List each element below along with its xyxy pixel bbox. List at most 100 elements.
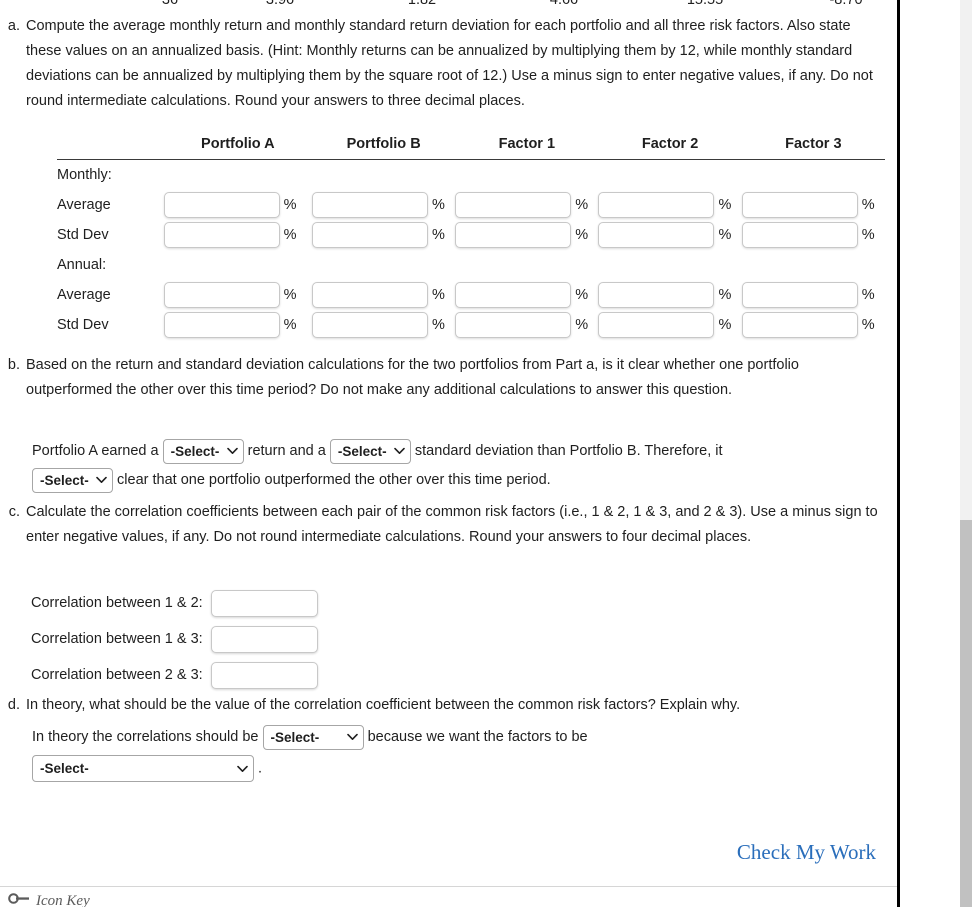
input-monthly-average-portfolio-a[interactable] xyxy=(163,192,280,218)
select-is-clear[interactable]: -Select- xyxy=(32,467,113,493)
cell-annual-average-portfolio-a: % xyxy=(163,280,312,310)
table-header-row: Portfolio A Portfolio B Factor 1 Factor … xyxy=(57,136,885,160)
question-viewport: 36 3.96 1.82 4.66 15.55 -8.70 a. Compute… xyxy=(0,0,900,907)
cell-monthly-average-factor-2: % xyxy=(598,190,741,220)
clipped-cell: 1.82 xyxy=(407,0,437,8)
cell-annual-stddev-factor-2: % xyxy=(598,310,741,340)
spacer-cell xyxy=(742,250,885,280)
correlation-label-1-3: Correlation between 1 & 3: xyxy=(31,630,203,647)
cell-monthly-stddev-portfolio-b: % xyxy=(312,220,455,250)
cell-annual-stddev-portfolio-a: % xyxy=(163,310,312,340)
part-b-sentence-mid: return and a xyxy=(247,443,326,459)
input-correlation-1-3[interactable] xyxy=(210,625,318,653)
select-return-comparison-value: -Select- xyxy=(170,443,220,459)
input-monthly-average-factor-1[interactable] xyxy=(455,192,572,218)
input-annual-stddev-factor-3[interactable] xyxy=(741,312,858,338)
percent-symbol: % xyxy=(283,226,297,243)
check-my-work-link[interactable]: Check My Work xyxy=(737,840,876,865)
table-col-header-factor-2: Factor 2 xyxy=(598,136,742,160)
part-b-sentence-line-2: -Select- clear that one portfolio outper… xyxy=(32,467,892,494)
percent-symbol: % xyxy=(432,226,445,243)
input-annual-average-factor-3[interactable] xyxy=(741,282,858,308)
chevron-down-icon xyxy=(96,473,107,487)
clipped-cell: 4.66 xyxy=(549,0,579,8)
clipped-cell: 15.55 xyxy=(686,0,724,8)
part-c-label: c. xyxy=(8,504,20,520)
correlation-label-1-2: Correlation between 1 & 2: xyxy=(31,594,203,611)
percent-symbol: % xyxy=(718,286,732,303)
input-monthly-average-factor-3[interactable] xyxy=(741,192,858,218)
percent-symbol: % xyxy=(283,316,297,333)
input-monthly-stddev-portfolio-b[interactable] xyxy=(312,222,428,248)
input-annual-stddev-portfolio-a[interactable] xyxy=(163,312,280,338)
cell-annual-average-factor-3: % xyxy=(741,280,885,310)
table-row: Std Dev % % % % % xyxy=(57,310,885,340)
input-monthly-stddev-factor-3[interactable] xyxy=(741,222,858,248)
clipped-data-row: 36 3.96 1.82 4.66 15.55 -8.70 xyxy=(0,0,897,10)
select-return-comparison[interactable]: -Select- xyxy=(162,438,244,464)
percent-symbol: % xyxy=(861,286,875,303)
cell-annual-stddev-factor-1: % xyxy=(455,310,598,340)
icon-key[interactable]: Icon Key xyxy=(8,893,90,907)
percent-symbol: % xyxy=(861,316,875,333)
row-label-monthly-average: Average xyxy=(57,197,111,213)
part-a-label: a. xyxy=(7,18,20,34)
chevron-down-icon xyxy=(226,444,238,458)
part-b-sentence-tail: clear that one portfolio outperformed th… xyxy=(117,472,551,488)
part-b-label: b. xyxy=(7,357,20,373)
percent-symbol: % xyxy=(861,226,875,243)
part-a-answer-table: Portfolio A Portfolio B Factor 1 Factor … xyxy=(57,136,885,340)
select-factor-property-value: -Select- xyxy=(40,761,89,776)
section-label-monthly: Monthly: xyxy=(57,167,112,183)
cell-monthly-stddev-factor-3: % xyxy=(741,220,885,250)
input-monthly-stddev-factor-2[interactable] xyxy=(598,222,715,248)
vertical-scrollbar[interactable] xyxy=(960,0,972,907)
scrollbar-thumb[interactable] xyxy=(960,520,972,907)
spacer-cell xyxy=(312,160,455,191)
percent-symbol: % xyxy=(718,226,732,243)
cell-monthly-stddev-factor-1: % xyxy=(455,220,598,250)
part-c-answer-area: Correlation between 1 & 2: Correlation b… xyxy=(31,585,531,693)
correlation-row-2-3: Correlation between 2 & 3: xyxy=(31,657,531,693)
select-stddev-comparison[interactable]: -Select- xyxy=(329,438,411,464)
input-annual-average-factor-1[interactable] xyxy=(455,282,572,308)
input-monthly-stddev-portfolio-a[interactable] xyxy=(163,222,280,248)
input-correlation-2-3[interactable] xyxy=(210,661,318,689)
right-gutter xyxy=(903,0,960,907)
spacer-cell xyxy=(312,250,455,280)
input-annual-stddev-factor-2[interactable] xyxy=(598,312,715,338)
input-annual-average-portfolio-a[interactable] xyxy=(163,282,280,308)
input-monthly-stddev-factor-1[interactable] xyxy=(455,222,572,248)
select-correlation-value[interactable]: -Select- xyxy=(262,724,364,750)
spacer-cell xyxy=(742,160,885,191)
input-annual-stddev-factor-1[interactable] xyxy=(455,312,572,338)
input-monthly-average-factor-2[interactable] xyxy=(598,192,715,218)
table-col-header-portfolio-b: Portfolio B xyxy=(312,136,456,160)
percent-symbol: % xyxy=(283,196,297,213)
spacer-cell xyxy=(598,160,741,191)
part-d-sentence-line-2: -Select- . xyxy=(32,755,892,782)
table-row: Average % % % % % xyxy=(57,280,885,310)
input-annual-stddev-portfolio-b[interactable] xyxy=(312,312,428,338)
chevron-down-icon xyxy=(346,730,358,744)
input-annual-average-factor-2[interactable] xyxy=(598,282,715,308)
input-annual-average-portfolio-b[interactable] xyxy=(312,282,428,308)
percent-symbol: % xyxy=(432,196,445,213)
table-col-header-factor-1: Factor 1 xyxy=(455,136,599,160)
question-part-b: b. Based on the return and standard devi… xyxy=(0,353,897,403)
input-correlation-1-2[interactable] xyxy=(210,589,318,617)
select-factor-property[interactable]: -Select- xyxy=(32,755,254,782)
part-d-text: In theory, what should be the value of t… xyxy=(26,697,741,713)
row-label-annual-average: Average xyxy=(57,287,111,303)
input-monthly-average-portfolio-b[interactable] xyxy=(312,192,428,218)
percent-symbol: % xyxy=(432,316,445,333)
part-b-text: Based on the return and standard deviati… xyxy=(26,357,799,398)
cell-monthly-average-factor-1: % xyxy=(455,190,598,220)
table-section-row: Monthly: xyxy=(57,160,885,191)
cell-annual-stddev-factor-3: % xyxy=(741,310,885,340)
percent-symbol: % xyxy=(718,316,732,333)
percent-symbol: % xyxy=(283,286,297,303)
key-icon xyxy=(8,893,30,907)
select-is-clear-value: -Select- xyxy=(40,472,89,488)
percent-symbol: % xyxy=(861,196,875,213)
